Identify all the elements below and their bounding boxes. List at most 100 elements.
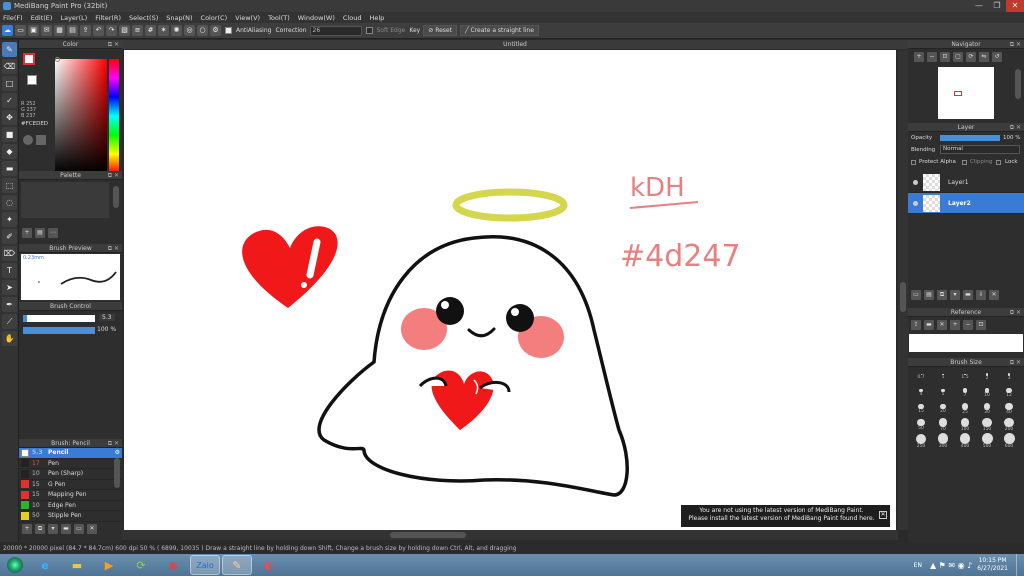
taskbar-zalo-icon[interactable]: Zalo [190,555,220,575]
eraser-tool-icon[interactable]: ⌫ [2,59,17,74]
lock-checkbox[interactable] [996,160,1001,165]
layer-item[interactable]: Layer2 [908,193,1024,214]
brush-list-close-icon[interactable]: ⧉ ✕ [108,439,119,448]
blending-select[interactable]: Normal [940,145,1020,154]
gradient-tool-icon[interactable]: ▬ [2,161,17,176]
comment-icon[interactable]: ✉ [41,25,52,36]
brush-size-option[interactable]: 1 [932,369,954,385]
color-settings-icon[interactable] [36,135,46,145]
palette-panel-close-icon[interactable]: ⧉ ✕ [108,171,119,180]
canvas-vertical-scrollbar[interactable] [898,50,908,530]
reference-open-icon[interactable]: ⇪ [911,320,921,330]
hand-tool-icon[interactable]: ✋ [2,331,17,346]
navigator-viewport[interactable] [954,91,962,96]
eyedropper-tool-icon[interactable]: ✒ [2,297,17,312]
color-picker-cursor[interactable] [55,57,60,62]
brush-add-icon[interactable]: + [22,524,32,534]
soft-edge-checkbox[interactable] [365,27,373,34]
reference-zoom-out-icon[interactable]: − [963,320,973,330]
minimize-button[interactable]: — [970,0,988,12]
magic-wand-tool-icon[interactable]: ✦ [2,212,17,227]
taskbar-app-icon[interactable]: ⟳ [126,555,156,575]
shape-tool-icon[interactable]: □ [2,76,17,91]
taskbar-paint-icon[interactable]: ◐ [254,555,284,575]
brush-size-option[interactable]: 150 [976,417,998,433]
brush-item[interactable]: 10 Edge Pen [19,501,122,511]
taskbar-media-icon[interactable]: ▶ [94,555,124,575]
brush-size-option[interactable]: 10 [976,385,998,401]
navigator-close-icon[interactable]: ⧉ ✕ [1010,40,1021,49]
reset-view-icon[interactable]: ↺ [992,52,1002,62]
bucket-tool-icon[interactable]: ◆ [2,144,17,159]
redo-icon[interactable]: ↷ [106,25,117,36]
brush-size-close-icon[interactable]: ⧉ ✕ [1010,358,1021,367]
start-button[interactable] [2,555,28,575]
protect-alpha-checkbox[interactable] [911,160,916,165]
layer-visibility-icon[interactable] [913,179,918,185]
notification-close-icon[interactable]: ✕ [879,511,887,519]
select-pen-tool-icon[interactable]: ✐ [2,229,17,244]
menu-view[interactable]: View(V) [235,14,260,22]
brush-size-option[interactable]: 40 [998,401,1020,417]
clock[interactable]: 10:15 PM 6/27/2021 [977,557,1008,573]
brush-size-option[interactable]: 25 [954,401,976,417]
brush-folder-icon[interactable]: ▬ [61,524,71,534]
language-indicator[interactable]: EN [914,562,922,569]
reference-close-icon[interactable]: ⧉ ✕ [1010,308,1021,317]
brush-size-option[interactable]: 400 [954,433,976,449]
fill-rect-tool-icon[interactable]: ■ [2,127,17,142]
menu-filter[interactable]: Filter(R) [95,14,121,22]
brush-tool-icon[interactable]: ✎ [2,42,17,57]
brush-size-option[interactable]: 30 [976,401,998,417]
brush-size-option[interactable]: 200 [998,417,1020,433]
drawing-canvas[interactable]: kDH #4d247 [124,50,896,530]
snap-curve-icon[interactable]: ○ [197,25,208,36]
brush-size-option[interactable]: 600 [998,433,1020,449]
brush-size-option[interactable]: 0.7 [910,369,932,385]
straight-line-button[interactable]: ╱ Create a straight line [459,25,539,36]
divide-tool-icon[interactable]: ⟋ [2,314,17,329]
brush-list-scrollbar[interactable] [114,458,120,488]
navigator-preview[interactable] [938,67,994,119]
reference-fit-icon[interactable]: ⊡ [976,320,986,330]
menu-cloud[interactable]: Cloud [343,14,362,22]
layer-opacity-slider[interactable] [940,135,1000,141]
reset-button[interactable]: ⊘ Reset [423,25,457,36]
layer-close-icon[interactable]: ⧉ ✕ [1010,123,1021,132]
text-tool-icon[interactable]: T [2,263,17,278]
clipping-checkbox[interactable] [962,160,967,165]
menu-color[interactable]: Color(C) [201,14,228,22]
layer-visibility-icon[interactable] [913,200,918,206]
horizontal-scroll-thumb[interactable] [390,532,466,538]
brush-item[interactable]: 17 Pen [19,459,122,469]
brush-size-option[interactable]: 2 [976,369,998,385]
navigator-scrollbar[interactable] [1015,69,1021,99]
brush-size-value[interactable]: 5.3 [99,314,115,321]
brush-size-option[interactable]: 3 [998,369,1020,385]
tray-icons[interactable]: ▲ ⚑ ✉ ◉ ♪ [930,561,972,570]
snap-parallel-icon[interactable]: ≡ [132,25,143,36]
brush-size-option[interactable]: 70 [932,417,954,433]
close-button[interactable]: ✕ [1006,0,1024,12]
move-tool-icon[interactable]: ✥ [2,110,17,125]
snap-off-icon[interactable]: ▧ [119,25,130,36]
reference-zoom-in-icon[interactable]: + [950,320,960,330]
layer-folder-icon[interactable]: ▬ [963,290,973,300]
reference-area[interactable] [909,334,1023,352]
brush-size-option[interactable]: 12 [998,385,1020,401]
saturation-value-picker[interactable] [55,59,107,173]
brush-size-option[interactable]: 250 [910,433,932,449]
reference-folder-icon[interactable]: ▬ [924,320,934,330]
reference-close-file-icon[interactable]: ✕ [937,320,947,330]
save-icon[interactable]: ▣ [28,25,39,36]
brush-folder-add-icon[interactable]: ▭ [74,524,84,534]
brush-size-option[interactable]: 5 [932,385,954,401]
maximize-button[interactable]: ❐ [988,0,1006,12]
brush-size-option[interactable]: 50 [910,417,932,433]
snap-circle-icon[interactable]: ◎ [184,25,195,36]
duplicate-layer-icon[interactable]: ⧉ [937,290,947,300]
brush-settings-icon[interactable]: ⚙ [115,449,120,456]
brush-size-option[interactable]: 100 [954,417,976,433]
brush-preview-close-icon[interactable]: ⧉ ✕ [108,244,119,253]
hex-value[interactable]: #FCEDED [21,121,48,127]
